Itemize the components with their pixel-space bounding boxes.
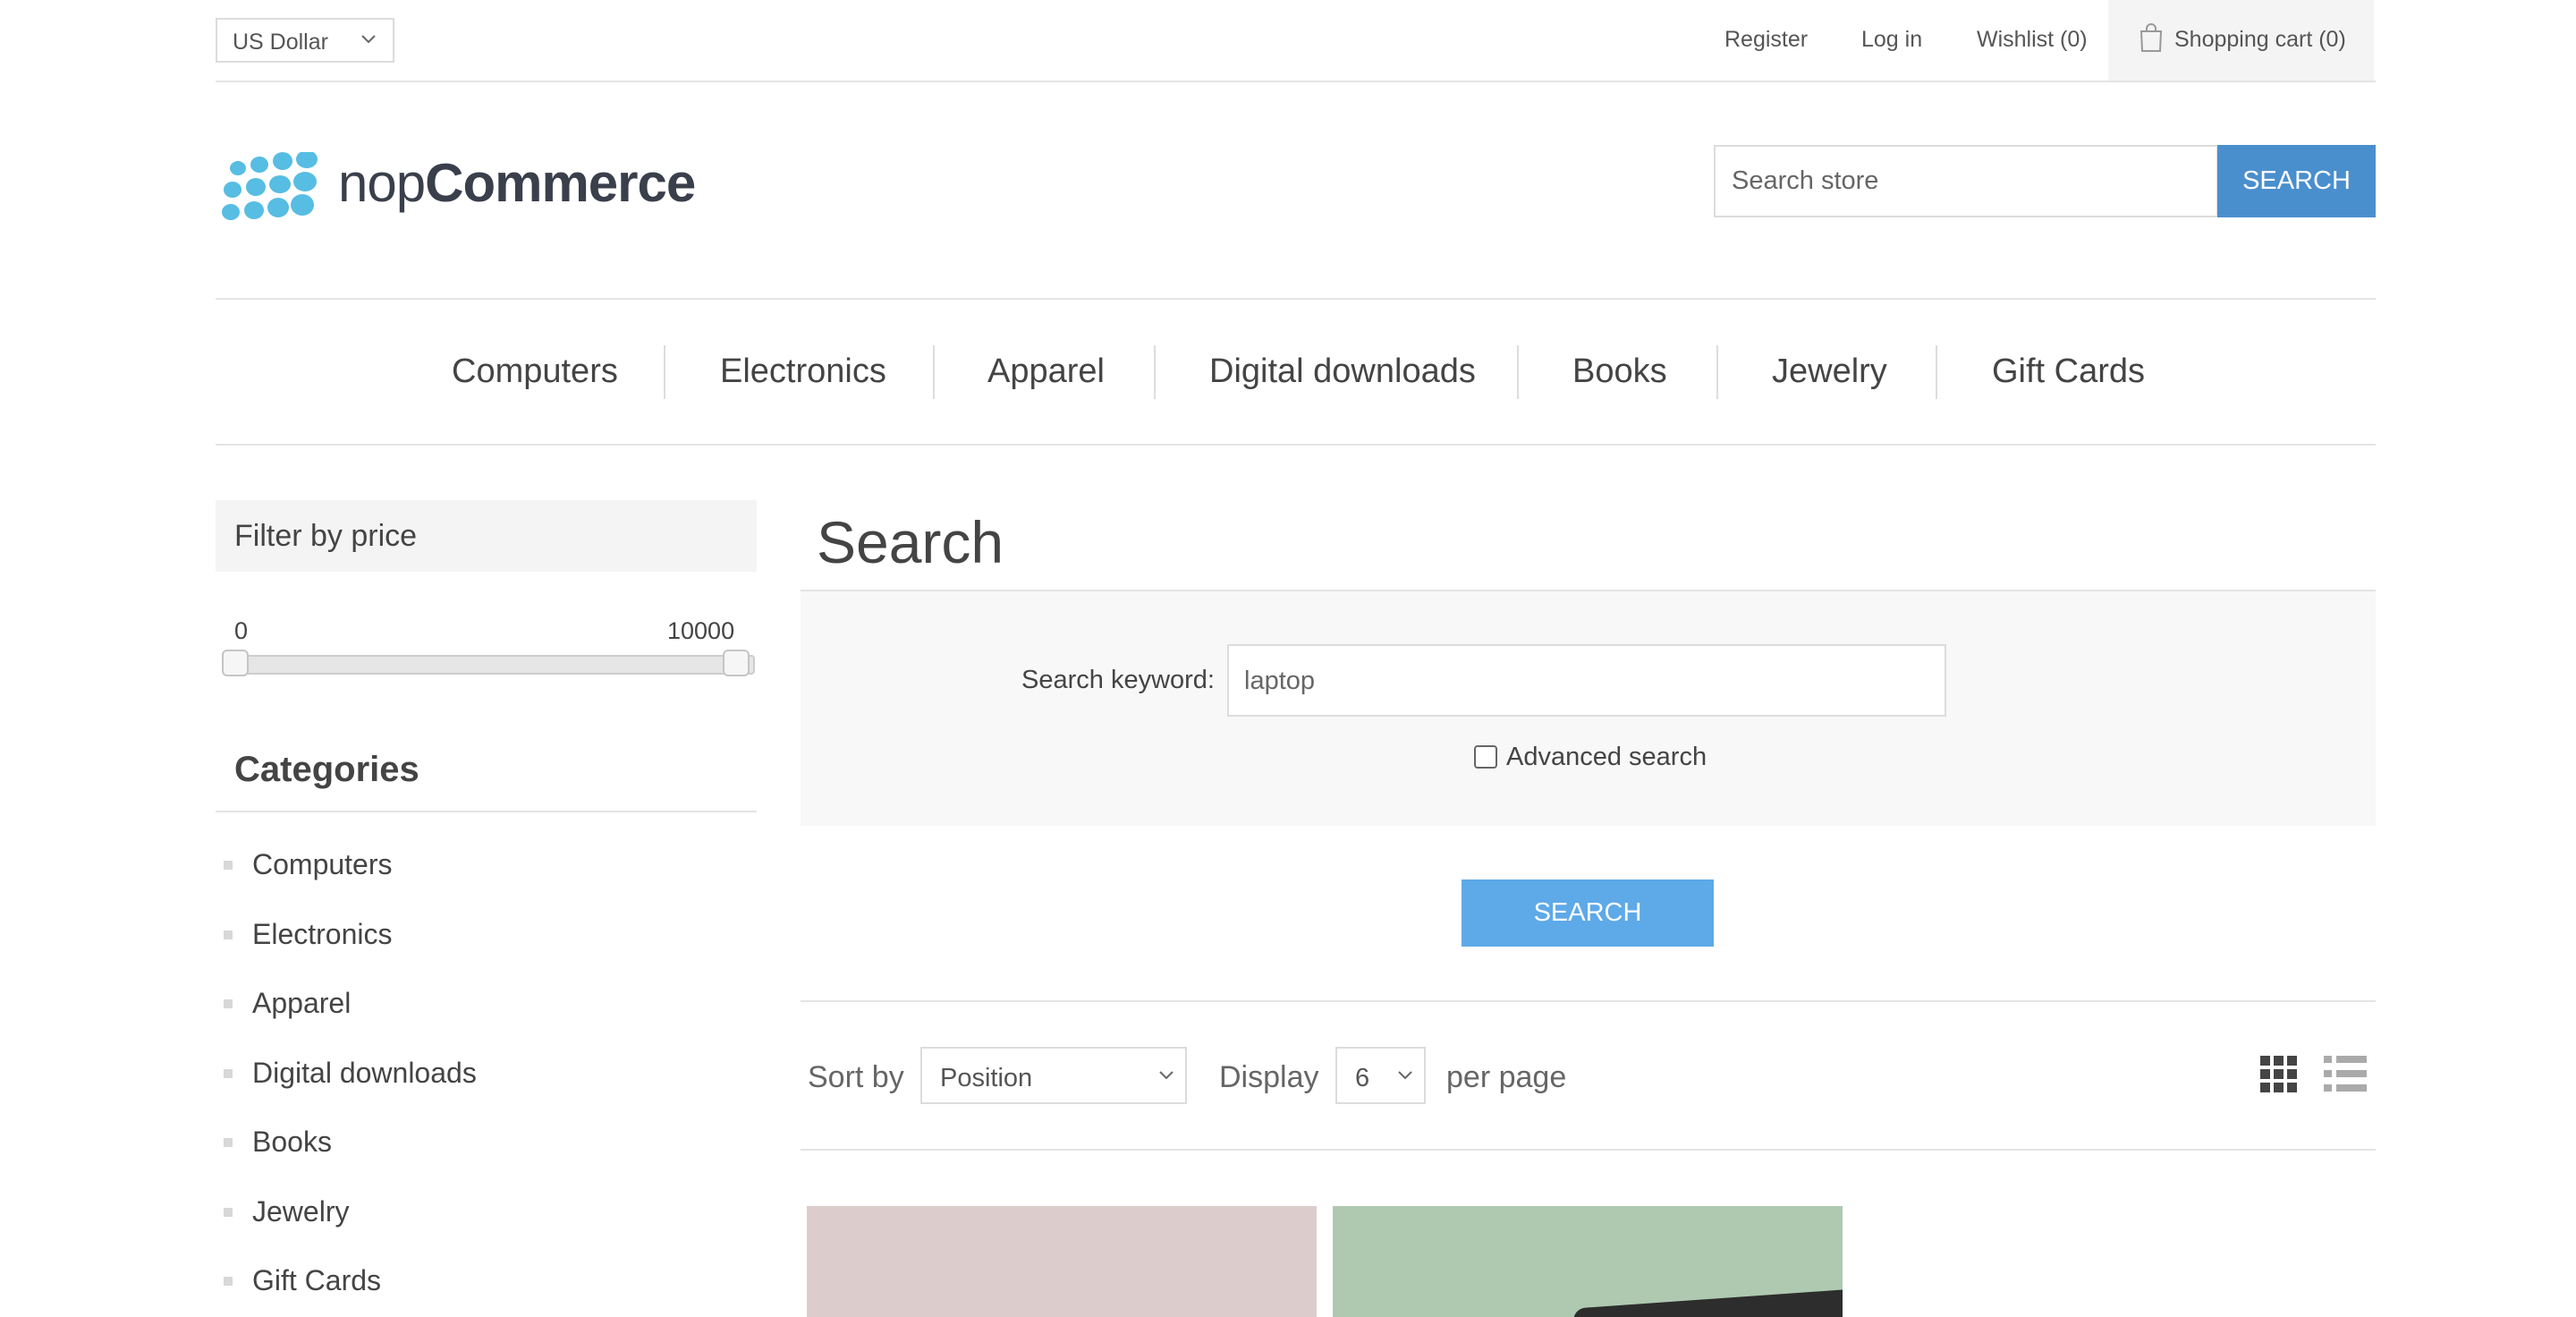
logo-text-bold: Commerce (425, 153, 696, 213)
laptop-picture (1572, 1286, 1843, 1317)
price-slider-min-handle[interactable] (222, 650, 249, 676)
page-title: Search (817, 509, 1004, 575)
search-keyword-input[interactable]: laptop (1227, 644, 1946, 717)
nav-gift-cards[interactable]: Gift Cards (1992, 353, 2145, 391)
page-size-value: 6 (1355, 1064, 1370, 1092)
price-range-slider[interactable] (234, 655, 755, 675)
nav-separator (933, 345, 935, 399)
nav-separator (1517, 345, 1519, 399)
page-size-select[interactable]: 6 (1335, 1047, 1426, 1104)
nav-computers[interactable]: Computers (452, 353, 618, 391)
shopping-cart-label[interactable]: Shopping cart (0) (2174, 27, 2346, 53)
nav-separator (1716, 345, 1718, 399)
chevron-down-icon (361, 35, 376, 44)
shopping-bag-icon (2140, 23, 2163, 52)
price-slider-max-handle[interactable] (723, 650, 750, 676)
nav-separator (1936, 345, 1937, 399)
category-bullet (224, 1208, 233, 1217)
category-bullet (224, 1138, 233, 1147)
chevron-down-icon (1159, 1071, 1174, 1080)
category-apparel[interactable]: Apparel (252, 987, 351, 1020)
grid-view-icon[interactable] (2260, 1056, 2298, 1093)
store-search-button[interactable]: SEARCH (2217, 145, 2376, 217)
price-min-label: 0 (234, 617, 249, 644)
category-bullet (224, 1277, 233, 1286)
advanced-search-label[interactable]: Advanced search (1506, 743, 1707, 772)
category-bullet (224, 1069, 233, 1078)
filter-by-price-title: Filter by price (234, 519, 418, 553)
display-label: Display (1219, 1060, 1319, 1094)
category-bullet (224, 999, 233, 1008)
category-books[interactable]: Books (252, 1126, 332, 1159)
nav-digital-downloads[interactable]: Digital downloads (1209, 353, 1476, 391)
results-bottom-divider (801, 1149, 2376, 1151)
category-bullet (224, 930, 233, 939)
product-image[interactable] (1333, 1206, 1843, 1317)
nav-apparel[interactable]: Apparel (987, 353, 1105, 391)
search-button[interactable]: SEARCH (1462, 879, 1714, 947)
store-search-input[interactable]: Search store (1714, 145, 2218, 217)
category-digital-downloads[interactable]: Digital downloads (252, 1057, 477, 1090)
logo[interactable]: nopCommerce (338, 152, 696, 214)
nav-separator (1154, 345, 1156, 399)
list-view-icon[interactable] (2324, 1056, 2367, 1093)
category-jewelry[interactable]: Jewelry (252, 1195, 349, 1228)
category-electronics[interactable]: Electronics (252, 918, 393, 951)
search-keyword-label: Search keyword: (1021, 666, 1215, 694)
logo-dots-icon (222, 152, 318, 220)
sort-by-label: Sort by (808, 1060, 904, 1094)
sort-by-value: Position (940, 1064, 1033, 1092)
currency-select[interactable]: US Dollar (216, 18, 394, 63)
advanced-search-checkbox[interactable] (1474, 745, 1497, 769)
price-max-label: 10000 (667, 617, 735, 644)
nav-separator (664, 345, 665, 399)
nav-top-divider (216, 298, 2376, 300)
categories-title: Categories (234, 750, 419, 789)
currency-value: US Dollar (233, 30, 328, 55)
results-top-divider (801, 1000, 2376, 1002)
product-image[interactable] (807, 1206, 1317, 1317)
wishlist-link[interactable]: Wishlist (0) (1977, 27, 2088, 53)
register-link[interactable]: Register (1724, 27, 1808, 53)
nav-bottom-divider (216, 444, 2376, 446)
header-divider (216, 81, 2376, 82)
category-computers[interactable]: Computers (252, 848, 393, 881)
login-link[interactable]: Log in (1861, 27, 1922, 53)
chevron-down-icon (1398, 1071, 1412, 1080)
nav-electronics[interactable]: Electronics (720, 353, 886, 391)
categories-divider (216, 811, 757, 812)
logo-text-light: nop (338, 153, 426, 213)
per-page-label: per page (1446, 1060, 1567, 1094)
nav-books[interactable]: Books (1572, 353, 1667, 391)
sort-by-select[interactable]: Position (920, 1047, 1187, 1104)
category-gift-cards[interactable]: Gift Cards (252, 1264, 381, 1297)
category-bullet (224, 861, 233, 870)
nav-jewelry[interactable]: Jewelry (1772, 353, 1887, 391)
